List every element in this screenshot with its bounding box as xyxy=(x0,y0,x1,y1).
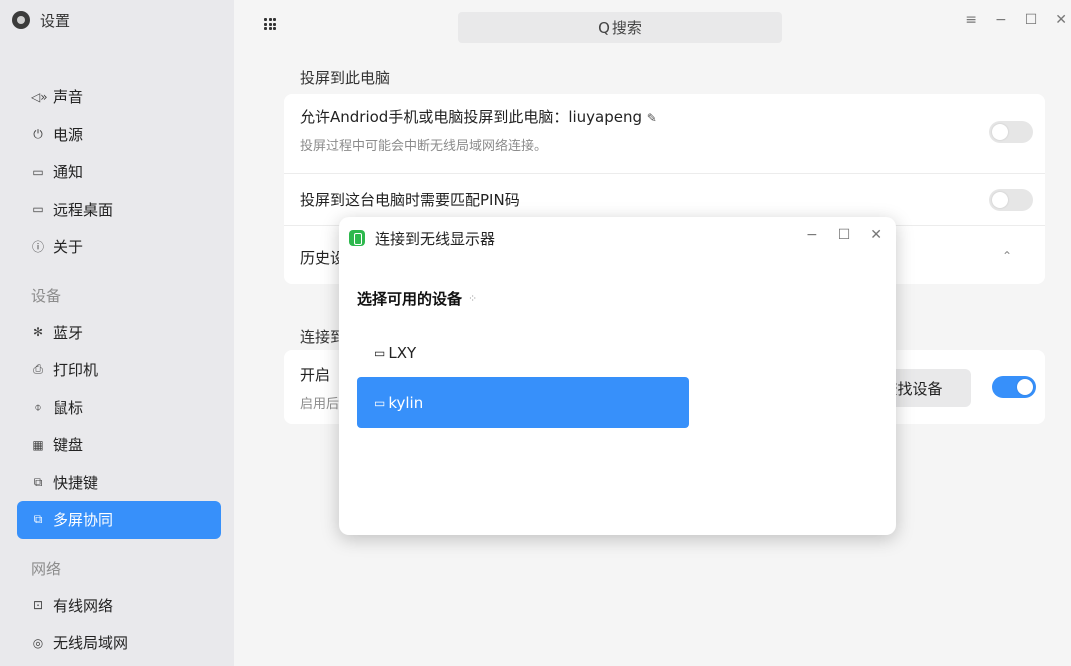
sidebar-item[interactable]: ⧉ 多屏协同 xyxy=(17,501,221,539)
search-icon: Q xyxy=(598,18,610,37)
sidebar-item[interactable]: ▭ 通知 xyxy=(17,153,221,191)
minimize-icon[interactable]: − xyxy=(995,12,1007,28)
sidebar-item-label: 蓝牙 xyxy=(53,323,84,342)
sidebar-item[interactable]: ◎ 无线局域网 xyxy=(17,624,221,662)
sidebar-item[interactable]: ⊡ 有线网络 xyxy=(17,587,221,625)
close-icon[interactable]: ✕ xyxy=(870,227,882,243)
search-placeholder: 搜索 xyxy=(611,19,642,37)
keyboard-icon: ▦ xyxy=(32,437,44,452)
chevron-up-icon[interactable]: ⌃ xyxy=(1002,249,1012,263)
multiscreen-icon: ⧉ xyxy=(33,512,43,527)
menu-icon[interactable]: ≡ xyxy=(965,12,977,28)
sidebar-item[interactable]: ⓘ 关于 xyxy=(17,228,221,266)
wired-network-icon: ⊡ xyxy=(32,598,44,613)
window-controls: ≡ − ☐ ✕ xyxy=(965,12,1071,28)
sidebar-item-label: 鼠标 xyxy=(53,398,84,417)
minimize-icon[interactable]: − xyxy=(806,227,818,243)
power-icon: ⏻ xyxy=(33,126,43,141)
mouse-icon: ⌽ xyxy=(34,399,42,414)
sidebar-item[interactable]: ◁» 声音 xyxy=(17,78,221,116)
open-toggle[interactable] xyxy=(992,376,1036,398)
shortcut-icon: ⧉ xyxy=(33,474,43,489)
wireless-display-dialog: 连接到无线显示器 − ☐ ✕ 选择可用的设备 ⁘ ▭ LXY ▭ kylin xyxy=(339,217,896,535)
divider xyxy=(284,173,1045,174)
wlan-icon: ◎ xyxy=(32,635,44,650)
close-icon[interactable]: ✕ xyxy=(1055,12,1067,28)
edit-name-icon[interactable]: ✎ xyxy=(647,111,657,125)
dialog-heading: 选择可用的设备 ⁘ xyxy=(357,288,477,309)
sidebar-group-label: 设备 xyxy=(31,286,62,305)
projection-app-icon xyxy=(349,230,365,246)
device-name: kylin xyxy=(388,393,424,412)
notification-icon: ▭ xyxy=(32,164,44,179)
maximize-icon[interactable]: ☐ xyxy=(838,227,851,243)
sidebar-item-label: 无线局域网 xyxy=(53,634,129,653)
device-item[interactable]: ▭ LXY xyxy=(357,327,689,378)
device-name: LXY xyxy=(388,343,417,362)
sidebar-item-label: 远程桌面 xyxy=(53,200,114,219)
pin-label: 投屏到这台电脑时需要匹配PIN码 xyxy=(300,191,520,209)
allow-cast-toggle[interactable] xyxy=(989,121,1033,143)
monitor-icon: ▭ xyxy=(374,395,386,410)
sidebar-item-label: 打印机 xyxy=(53,361,99,380)
sidebar-item-label: 声音 xyxy=(53,88,84,107)
allow-cast-label: 允许Andriod手机或电脑投屏到此电脑：liuyapeng xyxy=(300,108,643,126)
sidebar-item[interactable]: ✻ 蓝牙 xyxy=(17,314,221,352)
sidebar-item-label: 多屏协同 xyxy=(53,511,114,530)
sidebar-item[interactable]: ⌽ 鼠标 xyxy=(17,389,221,427)
sidebar-group-label: 网络 xyxy=(31,559,62,578)
sidebar-item-label: 有线网络 xyxy=(53,596,114,615)
sidebar-item-label: 快捷键 xyxy=(53,473,99,492)
loading-spinner-icon: ⁘ xyxy=(468,292,478,305)
monitor-icon: ▭ xyxy=(374,345,386,360)
app-title: 设置 xyxy=(40,11,71,30)
sidebar-nav: ◁» 声音 ⏻ 电源 ▭ 通知 ▭ 远程桌面 ⓘ 关于 设备 ✻ 蓝牙 ⎙ 打印机 ⌽ 鼠标 ▦ 键盘 ⧉ 快捷键 ⧉ 多屏… xyxy=(17,78,221,662)
info-icon: ⓘ xyxy=(31,240,44,255)
app-title-bar: 设置 xyxy=(12,8,70,32)
remote-desktop-icon: ▭ xyxy=(32,202,44,217)
app-grid-icon[interactable] xyxy=(264,18,276,30)
sidebar-item[interactable]: ⎙ 打印机 xyxy=(17,351,221,389)
sidebar-item[interactable]: ⧉ 快捷键 xyxy=(17,464,221,502)
dialog-window-controls: − ☐ ✕ xyxy=(806,227,882,243)
dialog-title: 连接到无线显示器 xyxy=(375,230,496,248)
sidebar-item-label: 通知 xyxy=(53,163,84,182)
printer-icon: ⎙ xyxy=(33,362,43,377)
settings-app-icon xyxy=(12,11,30,29)
section-cast-to-pc-title: 投屏到此电脑 xyxy=(300,69,391,87)
pin-toggle[interactable] xyxy=(989,189,1033,211)
bluetooth-icon: ✻ xyxy=(32,325,44,340)
sidebar-item[interactable]: ▦ 键盘 xyxy=(17,426,221,464)
select-device-heading: 选择可用的设备 xyxy=(357,290,463,308)
sidebar-item-label: 电源 xyxy=(53,125,84,144)
maximize-icon[interactable]: ☐ xyxy=(1025,12,1038,28)
speaker-icon: ◁» xyxy=(31,89,48,104)
search-input[interactable]: Q 搜索 xyxy=(458,12,782,43)
device-item[interactable]: ▭ kylin xyxy=(357,377,689,428)
allow-cast-row: 允许Andriod手机或电脑投屏到此电脑：liuyapeng ✎ 投屏过程中可能… xyxy=(300,106,1029,154)
allow-cast-note: 投屏过程中可能会中断无线局域网络连接。 xyxy=(300,139,548,154)
pin-row: 投屏到这台电脑时需要匹配PIN码 xyxy=(300,189,1029,210)
sidebar-item-label: 键盘 xyxy=(53,436,84,455)
sidebar-item[interactable]: ▭ 远程桌面 xyxy=(17,191,221,229)
sidebar-item-label: 关于 xyxy=(53,238,84,257)
sidebar: 设置 ◁» 声音 ⏻ 电源 ▭ 通知 ▭ 远程桌面 ⓘ 关于 设备 ✻ 蓝牙 ⎙ 打印机 ⌽ 鼠标 ▦ 键盘 ⧉ 快捷键… xyxy=(0,0,234,666)
sidebar-item[interactable]: ⏻ 电源 xyxy=(17,116,221,154)
